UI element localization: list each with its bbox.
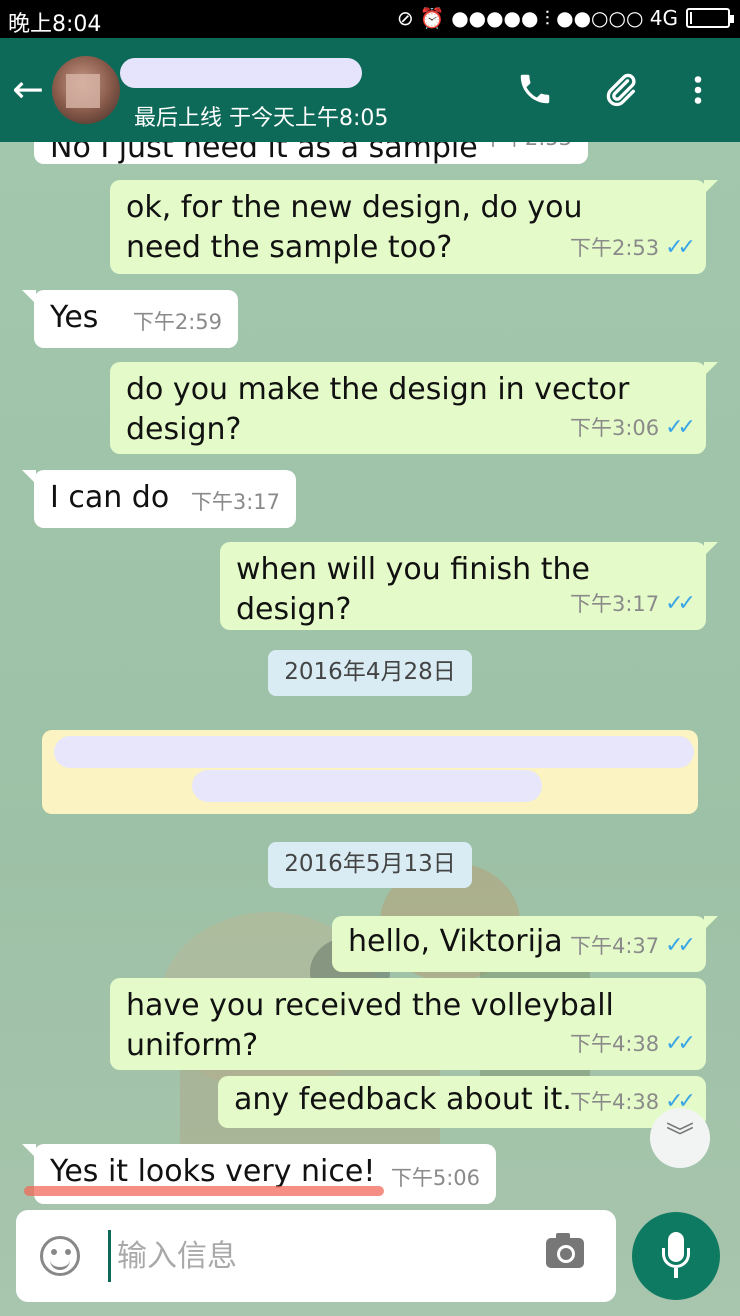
message-meta: 下午4:37 ✓✓ [569, 926, 696, 966]
read-receipt-icon: ✓✓ [665, 1031, 696, 1056]
bubble-tail [22, 290, 36, 304]
message-outgoing[interactable]: ok, for the new design, do you need the … [110, 180, 718, 274]
bubble-tail [704, 542, 718, 556]
contact-name-redacted[interactable] [120, 58, 362, 88]
message-meta: 下午5:06 [391, 1158, 480, 1198]
message-time: 下午5:06 [390, 1166, 480, 1190]
message-time: 下午4:37 [569, 934, 660, 958]
avatar-pixelation [66, 74, 100, 108]
message-incoming[interactable]: No I just need it as a sample 下午2:53 [34, 142, 588, 165]
message-time: 下午2:59 [132, 310, 222, 334]
message-text: I can do [50, 480, 170, 515]
message-meta: 下午2:53 [483, 142, 572, 158]
message-incoming[interactable]: Yes 下午2:59 [22, 290, 238, 348]
message-text: any feedback about it. [234, 1082, 572, 1117]
message-meta: 下午3:06 ✓✓ [569, 408, 696, 448]
read-receipt-icon: ✓✓ [665, 235, 696, 260]
microphone-icon-stand [662, 1248, 690, 1268]
bubble-tail [704, 916, 718, 930]
more-vertical-icon[interactable] [680, 70, 716, 119]
date-separator: 2016年4月28日 [268, 650, 472, 696]
bubble-tail [704, 180, 718, 194]
scroll-to-bottom-button[interactable]: ︾ [650, 1108, 710, 1168]
status-indicators: ⊘ ⏰ ●●●●● ⫶ ●●○○○ 4G [396, 6, 734, 30]
message-text: hello, Viktorija [348, 924, 563, 959]
message-text: No I just need it as a sample [50, 142, 478, 165]
message-time: 下午4:38 [569, 1032, 660, 1056]
read-receipt-icon: ✓✓ [665, 591, 696, 616]
battery-icon [686, 8, 734, 28]
message-outgoing[interactable]: have you received the volleyball uniform… [110, 978, 706, 1070]
message-outgoing[interactable]: any feedback about it. 下午4:38 ✓✓ [218, 1076, 706, 1128]
message-input[interactable] [108, 1230, 528, 1282]
message-outgoing[interactable]: when will you finish the design? 下午3:17 ✓… [220, 542, 718, 630]
message-text: Yes [50, 300, 99, 335]
back-arrow-icon[interactable]: ← [12, 70, 44, 108]
status-bar: 晚上8:04 ⊘ ⏰ ●●●●● ⫶ ●●○○○ 4G [0, 0, 740, 38]
redaction-bar [192, 770, 542, 802]
phone-icon[interactable] [516, 70, 554, 117]
message-time: 下午3:17 [569, 592, 660, 616]
message-time: 下午3:17 [190, 490, 280, 514]
message-time: 下午2:53 [569, 236, 660, 260]
camera-icon[interactable] [546, 1233, 584, 1268]
highlight-underline [24, 1186, 384, 1196]
voice-record-button[interactable] [632, 1212, 720, 1300]
message-time: 下午4:38 [569, 1090, 660, 1114]
contact-avatar[interactable] [52, 56, 120, 124]
message-text: have you received the volleyball uniform… [126, 988, 614, 1063]
emoji-icon[interactable] [40, 1236, 80, 1276]
double-chevron-down-icon: ︾ [665, 1120, 694, 1153]
read-receipt-icon: ✓✓ [665, 933, 696, 958]
bubble-tail [22, 470, 36, 484]
message-meta: 下午3:17 ✓✓ [569, 584, 696, 624]
bubble-tail [22, 1144, 36, 1158]
message-meta: 下午2:59 [133, 302, 222, 342]
message-outgoing[interactable]: hello, Viktorija 下午4:37 ✓✓ [332, 916, 718, 972]
message-meta: 下午4:38 ✓✓ [569, 1024, 696, 1064]
message-time: 下午2:53 [483, 142, 572, 158]
message-incoming[interactable]: I can do 下午3:17 [22, 470, 296, 528]
paperclip-icon[interactable] [600, 70, 640, 119]
message-meta: 下午3:17 [191, 482, 280, 522]
redaction-bar [54, 736, 694, 768]
message-composer [16, 1210, 616, 1302]
message-meta: 下午2:53 ✓✓ [569, 228, 696, 268]
message-outgoing[interactable]: do you make the design in vector design?… [110, 362, 718, 454]
status-indicator-text: ⊘ ⏰ ●●●●● ⫶ ●●○○○ 4G [396, 6, 678, 30]
status-time: 晚上8:04 [8, 12, 102, 37]
message-text: do you make the design in vector design? [126, 372, 630, 447]
last-seen-status: 最后上线 于今天上午8:05 [134, 106, 389, 131]
redacted-message [42, 730, 698, 814]
battery-level [690, 12, 692, 24]
read-receipt-icon: ✓✓ [665, 415, 696, 440]
message-time: 下午3:06 [569, 416, 660, 440]
bubble-tail [704, 362, 718, 376]
date-separator: 2016年5月13日 [268, 842, 472, 888]
microphone-icon-leg [674, 1268, 678, 1278]
chat-header: ← 最后上线 于今天上午8:05 [0, 38, 740, 142]
chat-area[interactable]: No I just need it as a sample 下午2:53 ok,… [0, 142, 740, 1316]
